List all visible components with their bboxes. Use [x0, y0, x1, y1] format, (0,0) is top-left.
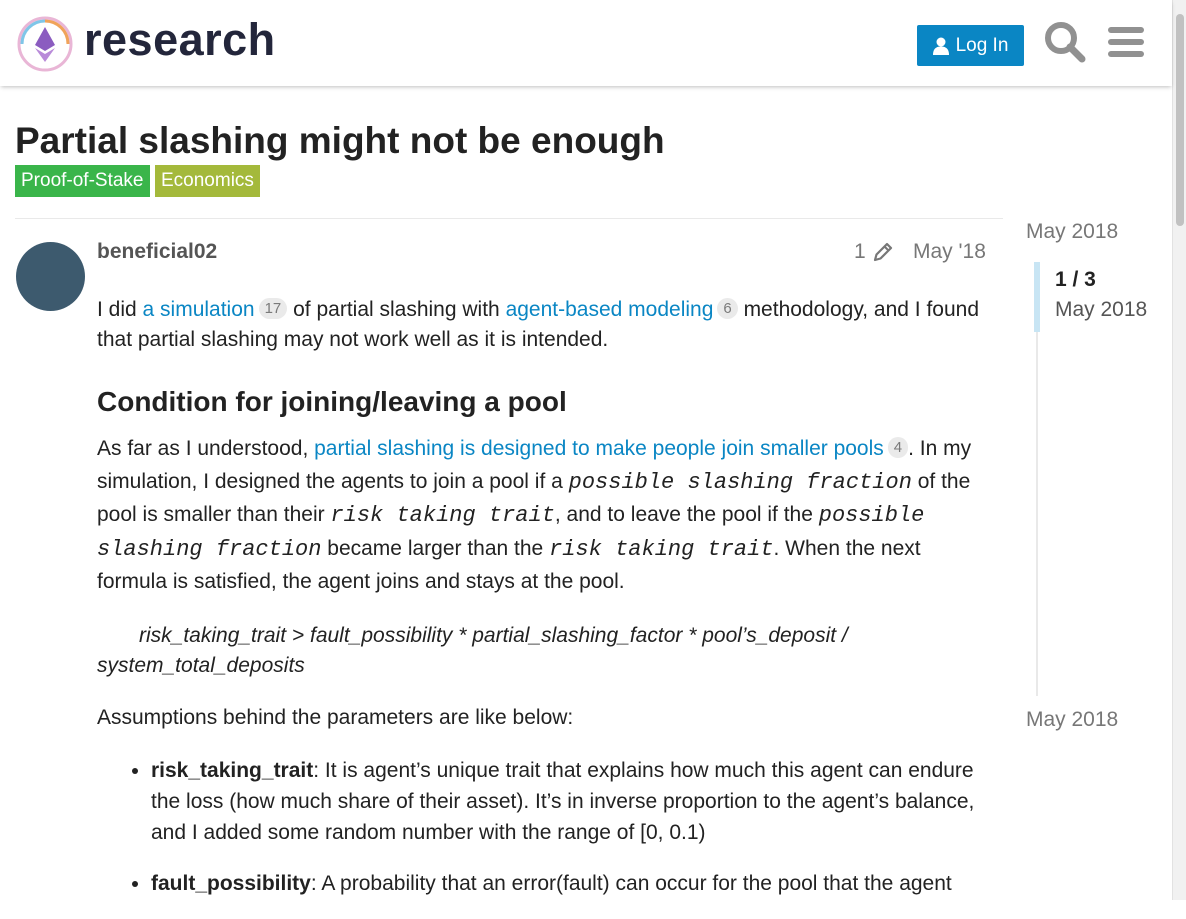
site-header: research Log In — [0, 0, 1172, 86]
research-logo-icon[interactable] — [16, 15, 74, 73]
brand-name[interactable]: research — [84, 14, 276, 66]
tag-proof-of-stake[interactable]: Proof-of-Stake — [15, 165, 150, 197]
hamburger-menu-icon[interactable] — [1104, 20, 1148, 64]
post-body: I did a simulation 17 of partial slashing… — [97, 295, 992, 919]
scrollbar-thumb[interactable] — [1176, 14, 1184, 226]
term: fault_possibility — [151, 871, 311, 895]
pencil-icon — [873, 242, 892, 262]
topic-divider — [15, 218, 1003, 219]
timeline-current-date: May 2018 — [1055, 298, 1148, 321]
timeline-handle[interactable] — [1034, 262, 1040, 332]
topic-title[interactable]: Partial slashing might not be enough — [15, 120, 665, 162]
section-heading: Condition for joining/leaving a pool — [97, 386, 567, 417]
inline-code: risk taking trait — [549, 536, 774, 562]
login-button[interactable]: Log In — [917, 25, 1024, 66]
list-item: fault_possibility: A probability that an… — [151, 868, 992, 899]
condition-paragraph: As far as I understood, partial slashing… — [97, 437, 972, 593]
intro-paragraph: I did a simulation 17 of partial slashing… — [97, 298, 980, 351]
avatar[interactable] — [16, 242, 85, 311]
timeline-end-date[interactable]: May 2018 — [1026, 708, 1118, 732]
page-scrollbar[interactable] — [1172, 0, 1186, 900]
tag-economics[interactable]: Economics — [155, 165, 260, 197]
inline-code: possible slashing fraction — [568, 469, 912, 495]
click-count-badge: 17 — [258, 298, 288, 319]
partial-slashing-link[interactable]: partial slashing is designed to make peo… — [314, 437, 884, 460]
edit-history-button[interactable]: 1 — [854, 240, 894, 264]
click-count-badge: 4 — [887, 437, 909, 458]
agent-based-modeling-link[interactable]: agent-based modeling — [506, 298, 714, 321]
term: risk_taking_trait — [151, 758, 314, 782]
click-count-badge: 6 — [717, 298, 738, 319]
search-icon[interactable] — [1043, 20, 1087, 64]
post-date[interactable]: May '18 — [913, 240, 986, 264]
timeline-position: 1 / 3 — [1055, 268, 1096, 291]
login-label: Log In — [955, 34, 1009, 56]
assumptions-intro: Assumptions behind the parameters are li… — [97, 705, 574, 729]
post-username[interactable]: beneficial02 — [97, 240, 217, 264]
list-item: risk_taking_trait: It is agent’s unique … — [151, 755, 992, 848]
timeline-start-date[interactable]: May 2018 — [1026, 220, 1118, 244]
simulation-link[interactable]: a simulation — [143, 298, 255, 321]
user-icon — [932, 37, 949, 55]
formula: risk_taking_trait > fault_possibility * … — [97, 623, 848, 677]
assumptions-list: risk_taking_trait: It is agent’s unique … — [97, 755, 992, 899]
inline-code: risk taking trait — [330, 503, 555, 528]
edit-count: 1 — [854, 240, 866, 263]
